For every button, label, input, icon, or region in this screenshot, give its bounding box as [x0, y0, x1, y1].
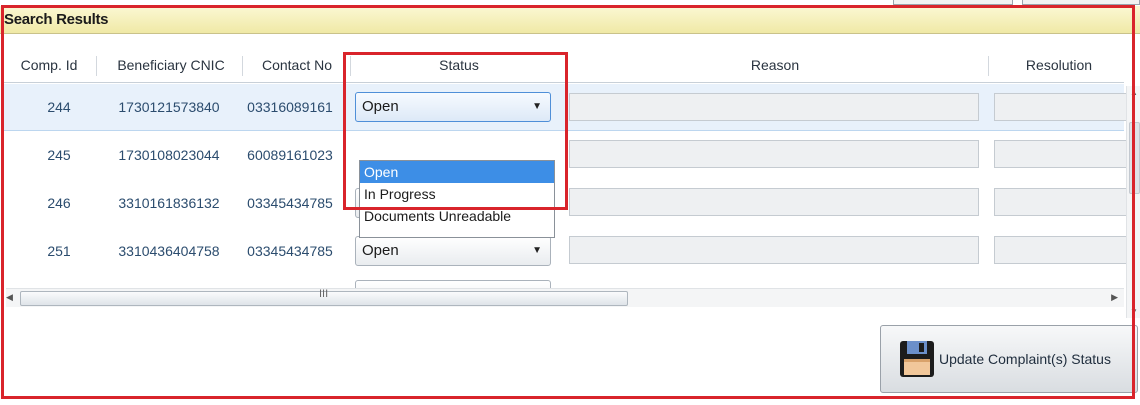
vertical-scroll-thumb[interactable]	[1129, 122, 1140, 194]
cell-contact: 03345434785	[247, 243, 333, 259]
vertical-scrollbar[interactable]: ▲ ▼	[1126, 86, 1140, 318]
status-select-value: Open	[362, 98, 399, 115]
panel-title: Search Results	[0, 6, 1140, 34]
column-divider[interactable]	[350, 56, 351, 76]
chevron-down-icon[interactable]: ▼	[532, 237, 542, 265]
resolution-field[interactable]	[994, 140, 1134, 168]
scroll-right-icon[interactable]: ▶	[1111, 292, 1118, 303]
scroll-grip: III	[319, 288, 329, 300]
cell-cnic: 3310436404758	[118, 243, 220, 259]
resolution-field[interactable]	[994, 236, 1134, 264]
table-row[interactable]: 251 3310436404758 03345434785 Open ▼	[4, 228, 1134, 274]
scroll-left-icon[interactable]: ◀	[6, 292, 13, 303]
column-header-resolution[interactable]: Resolution	[994, 48, 1124, 82]
resolution-field[interactable]	[994, 93, 1134, 121]
reason-field[interactable]	[569, 140, 979, 168]
results-grid: Comp. Id Beneficiary CNIC Contact No Sta…	[4, 36, 1140, 318]
resolution-field[interactable]	[994, 188, 1134, 216]
column-header-reason[interactable]: Reason	[570, 48, 980, 82]
cell-comp-id: 245	[47, 147, 71, 163]
dropdown-option-documents-unreadable[interactable]: Documents Unreadable	[360, 205, 554, 227]
dropdown-option-in-progress[interactable]: In Progress	[360, 183, 554, 205]
cell-cnic: 1730108023044	[118, 147, 220, 163]
status-select[interactable]: Open ▼	[355, 236, 551, 266]
dropdown-option-open[interactable]: Open	[360, 161, 554, 183]
table-row[interactable]: 246 3310161836132 03345434785	[4, 180, 1134, 226]
cell-contact: 03345434785	[247, 195, 333, 211]
cell-comp-id: 251	[47, 243, 71, 259]
scroll-up-icon[interactable]: ▲	[1130, 88, 1138, 97]
update-button-label: Update Complaint(s) Status	[939, 351, 1111, 367]
cell-cnic: 3310161836132	[118, 195, 220, 211]
cell-contact: 60089161023	[247, 147, 333, 163]
column-divider[interactable]	[566, 56, 567, 76]
column-divider[interactable]	[242, 56, 243, 76]
column-header-comp-id[interactable]: Comp. Id	[4, 48, 94, 82]
column-divider[interactable]	[96, 56, 97, 76]
table-row[interactable]: 244 1730121573840 03316089161 Open ▼	[4, 84, 1134, 131]
cell-contact: 03316089161	[247, 99, 333, 115]
top-tab-right[interactable]	[1022, 0, 1140, 5]
reason-field[interactable]	[569, 236, 979, 264]
cell-comp-id: 246	[47, 195, 71, 211]
top-tab-left[interactable]	[893, 0, 1013, 5]
floppy-disk-icon	[900, 341, 934, 377]
grid-header: Comp. Id Beneficiary CNIC Contact No Sta…	[4, 48, 1124, 83]
chevron-down-icon[interactable]: ▼	[532, 93, 542, 121]
column-divider[interactable]	[988, 56, 989, 76]
cell-cnic: 1730121573840	[118, 99, 220, 115]
status-select[interactable]	[355, 280, 551, 288]
status-dropdown-list: Open In Progress Documents Unreadable	[359, 160, 555, 238]
column-header-cnic[interactable]: Beneficiary CNIC	[102, 48, 240, 82]
status-select[interactable]: Open ▼	[355, 92, 551, 122]
reason-field[interactable]	[569, 188, 979, 216]
column-header-contact[interactable]: Contact No	[246, 48, 348, 82]
reason-field[interactable]	[569, 93, 979, 121]
cell-comp-id: 244	[47, 99, 71, 115]
table-row[interactable]: 245 1730108023044 60089161023	[4, 132, 1134, 178]
column-header-status[interactable]: Status	[354, 48, 564, 82]
table-row-partial	[4, 276, 1124, 288]
horizontal-scroll-thumb[interactable]: III	[20, 288, 628, 306]
scroll-down-icon[interactable]: ▼	[1130, 307, 1138, 316]
update-complaint-status-button[interactable]: Update Complaint(s) Status	[880, 325, 1138, 393]
horizontal-scrollbar[interactable]: ◀ III ▶	[6, 288, 1124, 307]
status-select-value: Open	[362, 242, 399, 259]
